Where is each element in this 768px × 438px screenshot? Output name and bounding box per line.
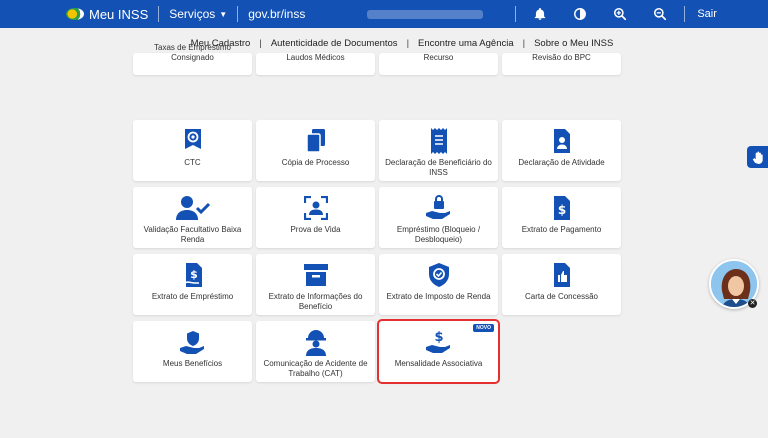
card-label: Revisão do BPC xyxy=(532,53,591,62)
service-card[interactable]: Laudos Médicos xyxy=(256,53,375,75)
card-label: Laudos Médicos xyxy=(286,53,345,62)
service-card[interactable]: Taxas de Empréstimo Consignado xyxy=(133,43,252,75)
exit-button[interactable]: Sair xyxy=(697,8,717,20)
service-card[interactable]: Declaração de Atividade xyxy=(502,120,621,181)
services-menu[interactable]: Serviços ▼ xyxy=(169,7,227,21)
contrast-icon[interactable] xyxy=(560,0,600,28)
zoom-in-icon[interactable] xyxy=(600,0,640,28)
nav-separator: | xyxy=(259,37,262,49)
services-grid: Taxas de Empréstimo Consignado Laudos Mé… xyxy=(133,43,621,384)
badge-document-icon xyxy=(552,126,572,156)
app-logo[interactable]: Meu INSS xyxy=(66,7,148,22)
service-card[interactable]: Comunicação de Acidente de Trabalho (CAT… xyxy=(256,321,375,382)
service-card[interactable]: Recurso xyxy=(379,53,498,75)
service-card[interactable]: Cópia de Processo xyxy=(256,120,375,181)
nav-separator: | xyxy=(522,37,526,49)
service-card[interactable]: Revisão do BPC xyxy=(502,53,621,75)
hand-dollar-icon: $ xyxy=(425,327,453,357)
loan-statement-icon: $ xyxy=(182,260,204,290)
archive-box-icon xyxy=(303,260,329,290)
card-label: Extrato de Informações do Benefício xyxy=(268,292,363,311)
card-label: Recurso xyxy=(423,53,454,62)
nav-separator: | xyxy=(406,37,410,49)
app-title: Meu INSS xyxy=(89,6,149,22)
svg-text:$: $ xyxy=(557,203,565,217)
service-card[interactable]: Declaração de Beneficiário do INSS xyxy=(379,120,498,181)
card-label: Mensalidade Associativa xyxy=(394,359,483,368)
sign-language-icon xyxy=(752,151,763,164)
user-info xyxy=(367,9,484,19)
service-card[interactable]: Carta de Concessão xyxy=(502,254,621,315)
chevron-down-icon: ▼ xyxy=(219,9,228,19)
inss-logo-icon xyxy=(66,8,84,20)
zoom-out-icon[interactable] xyxy=(640,0,680,28)
card-label: Meus Benefícios xyxy=(162,359,223,368)
card-label: Cópia de Processo xyxy=(281,158,350,167)
hand-shield-icon xyxy=(179,327,207,357)
service-card[interactable]: $ Extrato de Empréstimo xyxy=(133,254,252,315)
divider xyxy=(158,6,160,22)
hand-lock-icon xyxy=(425,193,453,223)
service-card[interactable]: Extrato de Informações do Benefício xyxy=(256,254,375,315)
accessibility-button[interactable] xyxy=(747,146,768,168)
service-card[interactable]: $ Extrato de Pagamento xyxy=(502,187,621,248)
service-card[interactable]: CTC xyxy=(133,120,252,181)
thumbs-up-document-icon xyxy=(552,260,572,290)
copy-icon xyxy=(305,126,327,156)
divider xyxy=(684,6,686,22)
card-label: Empréstimo (Bloqueio / Desbloqueio) xyxy=(396,225,481,244)
card-label: Taxas de Empréstimo Consignado xyxy=(154,43,231,62)
nav-autenticidade[interactable]: Autenticidade de Documentos xyxy=(271,38,398,49)
dollar-document-icon: $ xyxy=(552,193,572,223)
certificate-icon xyxy=(182,126,204,156)
close-icon[interactable]: ✕ xyxy=(748,299,757,308)
svg-text:$: $ xyxy=(434,330,443,345)
service-card[interactable]: Meus Benefícios xyxy=(133,321,252,382)
user-check-icon xyxy=(175,193,210,223)
worker-icon xyxy=(303,327,329,357)
bell-icon[interactable] xyxy=(520,0,560,28)
header-actions: Sair xyxy=(511,0,717,28)
receipt-icon xyxy=(429,126,449,156)
service-card[interactable]: Extrato de Imposto de Renda xyxy=(379,254,498,315)
service-card[interactable]: Prova de Vida xyxy=(256,187,375,248)
card-label: Comunicação de Acidente de Trabalho (CAT… xyxy=(263,359,368,378)
card-label: Extrato de Pagamento xyxy=(521,225,602,234)
card-label: Prova de Vida xyxy=(290,225,341,234)
nav-encontre-agencia[interactable]: Encontre uma Agência xyxy=(418,38,514,49)
card-label: Extrato de Imposto de Renda xyxy=(386,292,491,301)
face-scan-icon xyxy=(303,193,328,223)
services-label: Serviços xyxy=(169,7,216,21)
top-bar: Meu INSS Serviços ▼ gov.br/inss Sair xyxy=(0,0,768,28)
card-label: Carta de Concessão xyxy=(525,292,598,301)
card-label: Extrato de Empréstimo xyxy=(151,292,234,301)
govbr-link[interactable]: gov.br/inss xyxy=(248,7,305,21)
service-card[interactable]: Validação Facultativo Baixa Renda xyxy=(133,187,252,248)
card-label: Declaração de Beneficiário do INSS xyxy=(385,158,492,177)
new-badge: NOVO xyxy=(473,324,494,332)
divider xyxy=(515,6,517,22)
divider xyxy=(237,6,239,22)
card-label: CTC xyxy=(184,158,201,167)
service-card-highlighted[interactable]: NOVO $ Mensalidade Associativa xyxy=(377,319,500,384)
nav-sobre[interactable]: Sobre o Meu INSS xyxy=(534,38,613,49)
card-label: Declaração de Atividade xyxy=(518,158,605,167)
card-label: Validação Facultativo Baixa Renda xyxy=(143,225,242,244)
svg-text:$: $ xyxy=(190,268,198,281)
tax-shield-icon xyxy=(427,260,451,290)
service-card[interactable]: Empréstimo (Bloqueio / Desbloqueio) xyxy=(379,187,498,248)
